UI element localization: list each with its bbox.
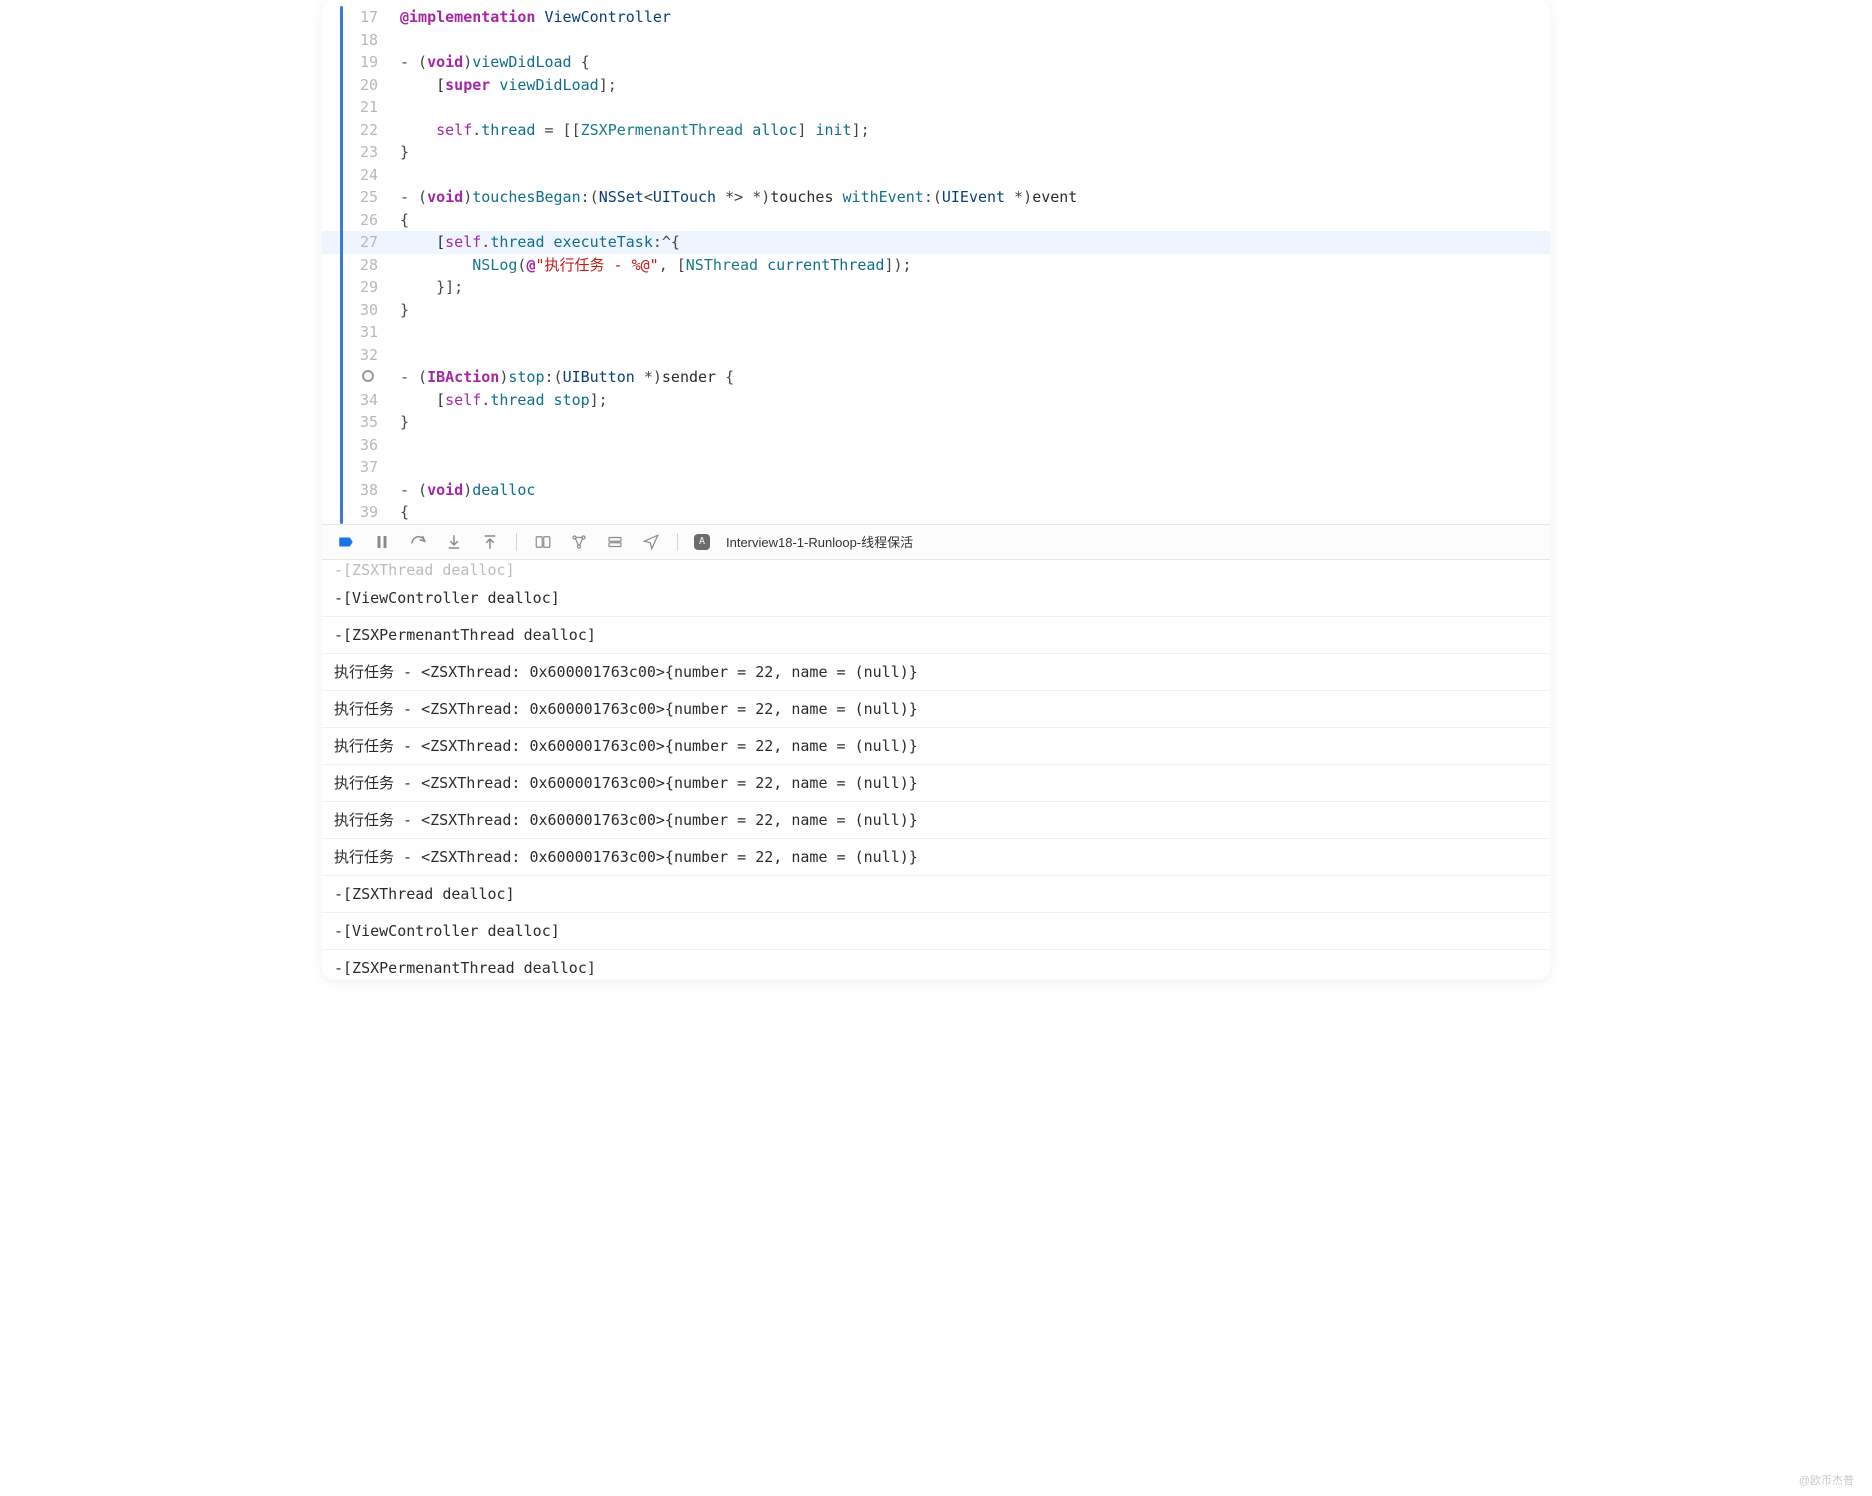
code-content[interactable]: [super viewDidLoad]; <box>392 74 1550 97</box>
line-number[interactable]: 25 <box>322 186 392 209</box>
console-line: 执行任务 - <ZSXThread: 0x600001763c00>{numbe… <box>322 839 1550 876</box>
code-line[interactable]: 23} <box>322 141 1550 164</box>
code-line[interactable]: 38- (void)dealloc <box>322 479 1550 502</box>
code-content[interactable]: - (void)dealloc <box>392 479 1550 502</box>
line-number[interactable]: 31 <box>322 321 392 344</box>
code-line[interactable]: 26{ <box>322 209 1550 232</box>
code-line[interactable]: 27 [self.thread executeTask:^{ <box>322 231 1550 254</box>
code-content[interactable]: - (IBAction)stop:(UIButton *)sender { <box>392 366 1550 389</box>
console-line: 执行任务 - <ZSXThread: 0x600001763c00>{numbe… <box>322 691 1550 728</box>
environment-overrides-icon[interactable] <box>605 532 625 552</box>
code-line[interactable]: 22 self.thread = [[ZSXPermenantThread al… <box>322 119 1550 142</box>
step-out-icon[interactable] <box>480 532 500 552</box>
line-number[interactable]: 32 <box>322 344 392 367</box>
code-content[interactable]: } <box>392 141 1550 164</box>
code-line[interactable]: 25- (void)touchesBegan:(NSSet<UITouch *>… <box>322 186 1550 209</box>
line-number[interactable]: 24 <box>322 164 392 187</box>
code-content[interactable]: } <box>392 411 1550 434</box>
toolbar-divider <box>516 533 517 551</box>
code-line[interactable]: 20 [super viewDidLoad]; <box>322 74 1550 97</box>
breakpoint-indicator[interactable] <box>362 370 374 382</box>
location-icon[interactable] <box>641 532 661 552</box>
code-line[interactable]: 29 }]; <box>322 276 1550 299</box>
code-content[interactable]: { <box>392 501 1550 524</box>
code-content[interactable]: }]; <box>392 276 1550 299</box>
console-line: -[ZSXThread dealloc] <box>322 876 1550 913</box>
code-line[interactable]: 36 <box>322 434 1550 457</box>
console-output[interactable]: -[ZSXThread dealloc] -[ViewController de… <box>322 560 1550 981</box>
code-content[interactable]: - (void)touchesBegan:(NSSet<UITouch *> *… <box>392 186 1550 209</box>
console-line: -[ZSXPermenantThread dealloc] <box>322 950 1550 981</box>
line-number[interactable]: 19 <box>322 51 392 74</box>
code-content[interactable]: } <box>392 299 1550 322</box>
console-line: 执行任务 - <ZSXThread: 0x600001763c00>{numbe… <box>322 654 1550 691</box>
code-line[interactable]: 37 <box>322 456 1550 479</box>
code-content[interactable]: [self.thread executeTask:^{ <box>392 231 1550 254</box>
line-number[interactable]: 30 <box>322 299 392 322</box>
process-title: Interview18-1-Runloop-线程保活 <box>726 532 913 551</box>
line-number[interactable]: 23 <box>322 141 392 164</box>
line-number[interactable]: 34 <box>322 389 392 412</box>
debug-view-icon[interactable] <box>533 532 553 552</box>
code-content[interactable]: { <box>392 209 1550 232</box>
debug-toolbar: A Interview18-1-Runloop-线程保活 <box>322 524 1550 560</box>
code-line[interactable]: 21 <box>322 96 1550 119</box>
toolbar-divider <box>677 533 678 551</box>
console-line: -[ZSXPermenantThread dealloc] <box>322 617 1550 654</box>
watermark: @欧币杰普 <box>1799 1472 1854 1488</box>
code-line[interactable]: - (IBAction)stop:(UIButton *)sender { <box>322 366 1550 389</box>
code-content[interactable] <box>392 96 1550 119</box>
line-number[interactable]: 18 <box>322 29 392 52</box>
line-number[interactable]: 39 <box>322 501 392 524</box>
code-line[interactable]: 39{ <box>322 501 1550 524</box>
code-line[interactable]: 34 [self.thread stop]; <box>322 389 1550 412</box>
code-content[interactable]: self.thread = [[ZSXPermenantThread alloc… <box>392 119 1550 142</box>
line-number[interactable]: 27 <box>322 231 392 254</box>
app-icon: A <box>694 534 710 550</box>
code-line[interactable]: 30} <box>322 299 1550 322</box>
code-content[interactable]: - (void)viewDidLoad { <box>392 51 1550 74</box>
line-number[interactable]: 37 <box>322 456 392 479</box>
code-editor[interactable]: 17@implementation ViewController1819- (v… <box>322 0 1550 524</box>
line-number[interactable]: 35 <box>322 411 392 434</box>
code-line[interactable]: 17@implementation ViewController <box>322 6 1550 29</box>
code-content[interactable]: [self.thread stop]; <box>392 389 1550 412</box>
step-into-icon[interactable] <box>444 532 464 552</box>
console-line: 执行任务 - <ZSXThread: 0x600001763c00>{numbe… <box>322 802 1550 839</box>
line-number[interactable]: 17 <box>322 6 392 29</box>
code-line[interactable]: 35} <box>322 411 1550 434</box>
line-number[interactable]: 22 <box>322 119 392 142</box>
pause-icon[interactable] <box>372 532 392 552</box>
breakpoint-toggle-icon[interactable] <box>336 532 356 552</box>
line-number[interactable]: 21 <box>322 96 392 119</box>
code-line[interactable]: 18 <box>322 29 1550 52</box>
xcode-window: 17@implementation ViewController1819- (v… <box>322 0 1550 980</box>
line-number[interactable]: 38 <box>322 479 392 502</box>
code-line[interactable]: 31 <box>322 321 1550 344</box>
step-over-icon[interactable] <box>408 532 428 552</box>
line-number[interactable]: 36 <box>322 434 392 457</box>
line-number[interactable]: 20 <box>322 74 392 97</box>
line-number[interactable]: 26 <box>322 209 392 232</box>
code-content[interactable]: @implementation ViewController <box>392 6 1550 29</box>
code-line[interactable]: 24 <box>322 164 1550 187</box>
console-line: -[ViewController dealloc] <box>322 580 1550 617</box>
console-line-clipped: -[ZSXThread dealloc] <box>322 560 1550 580</box>
code-line[interactable]: 32 <box>322 344 1550 367</box>
memory-graph-icon[interactable] <box>569 532 589 552</box>
console-line: 执行任务 - <ZSXThread: 0x600001763c00>{numbe… <box>322 765 1550 802</box>
code-line[interactable]: 28 NSLog(@"执行任务 - %@", [NSThread current… <box>322 254 1550 277</box>
line-number[interactable]: 28 <box>322 254 392 277</box>
code-content[interactable]: NSLog(@"执行任务 - %@", [NSThread currentThr… <box>392 254 1550 277</box>
console-line: 执行任务 - <ZSXThread: 0x600001763c00>{numbe… <box>322 728 1550 765</box>
line-number[interactable]: 29 <box>322 276 392 299</box>
code-line[interactable]: 19- (void)viewDidLoad { <box>322 51 1550 74</box>
console-line: -[ViewController dealloc] <box>322 913 1550 950</box>
